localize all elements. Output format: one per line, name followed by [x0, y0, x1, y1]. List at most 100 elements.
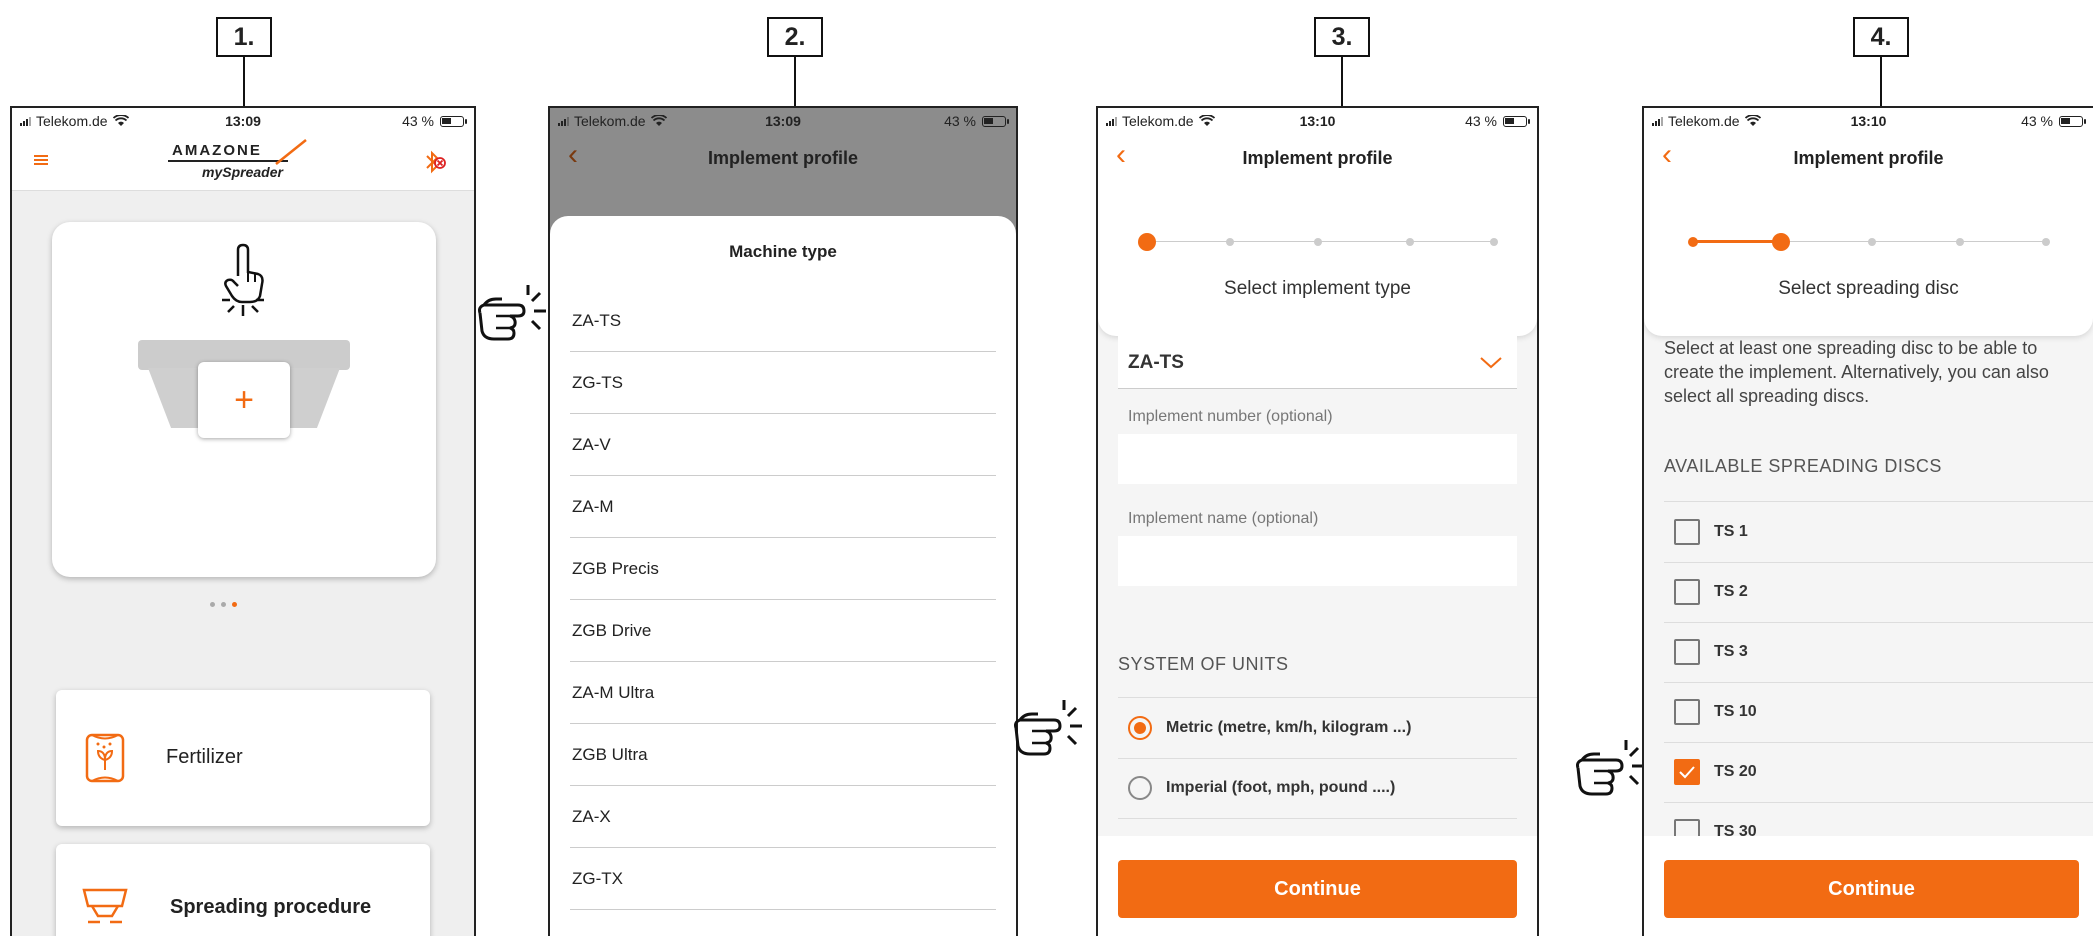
- step-dot: [1314, 238, 1322, 246]
- page-dot[interactable]: [221, 602, 226, 607]
- implement-name-field[interactable]: [1118, 536, 1517, 586]
- checkmark-icon: [1679, 766, 1695, 779]
- unit-option-imperial[interactable]: Imperial (foot, mph, pound ....): [1118, 758, 1517, 819]
- screen-machine-type: Telekom.de 13:09 43 % ‹ Implement profil…: [548, 106, 1018, 936]
- battery-icon: [982, 115, 1009, 127]
- step-number-4: 4.: [1853, 17, 1909, 57]
- disc-option[interactable]: TS 3: [1664, 622, 2093, 683]
- brand-name: AMAZONE: [172, 142, 262, 159]
- step-dot: [2042, 238, 2050, 246]
- continue-button[interactable]: Continue: [1118, 860, 1517, 918]
- menu-card-fertilizer[interactable]: Fertilizer: [56, 690, 430, 826]
- hamburger-menu-icon[interactable]: [34, 155, 48, 165]
- spreader-icon: [82, 888, 128, 924]
- step-dot-active: [1138, 233, 1156, 251]
- page-title: Implement profile: [707, 148, 859, 168]
- step-label: Select implement type: [1224, 278, 1411, 299]
- battery-percent: 43 %: [2021, 113, 2053, 129]
- step-dot: [1956, 238, 1964, 246]
- machine-type-item[interactable]: ZGB Ultra: [570, 724, 996, 786]
- step-dot: [1226, 238, 1234, 246]
- screen-spreading-disc: Telekom.de 13:10 43 % ‹ Implement profil…: [1642, 106, 2093, 936]
- menu-card-spreading-procedure[interactable]: Spreading procedure: [56, 844, 430, 936]
- radio-selected[interactable]: [1128, 716, 1152, 740]
- add-implement-button[interactable]: +: [198, 362, 290, 438]
- disc-option[interactable]: TS 20: [1664, 742, 2093, 803]
- step-dot-active: [1772, 233, 1790, 251]
- step-dot: [1406, 238, 1414, 246]
- menu-label-fertilizer: Fertilizer: [166, 746, 243, 768]
- step-connector: [1880, 57, 1882, 107]
- disc-option[interactable]: TS 1: [1664, 502, 2093, 563]
- status-bar: Telekom.de 13:09 43 %: [12, 108, 474, 134]
- implement-name-label: Implement name (optional): [1128, 510, 1319, 527]
- step-label: Select spreading disc: [1778, 278, 1959, 299]
- implement-number-label: Implement number (optional): [1128, 408, 1333, 425]
- checkbox[interactable]: [1674, 579, 1700, 605]
- selected-implement-type: ZA-TS: [1128, 352, 1184, 373]
- chevron-down-icon: [1480, 357, 1502, 369]
- machine-type-item[interactable]: ZGB Drive: [570, 600, 996, 662]
- pointing-hand-icon: [478, 285, 546, 341]
- unit-option-metric[interactable]: Metric (metre, km/h, kilogram ...): [1118, 698, 1517, 759]
- battery-icon: [2059, 115, 2086, 127]
- progress-stepper: [1688, 232, 2050, 252]
- status-bar: Telekom.de 13:10 43 %: [1644, 108, 2093, 134]
- machine-type-item[interactable]: ZG-TS: [570, 352, 996, 414]
- disc-label: TS 2: [1714, 583, 1748, 600]
- battery-indicator: 43 %: [1465, 113, 1530, 129]
- machine-type-item[interactable]: ZA-X: [570, 786, 996, 848]
- status-bar: Telekom.de 13:10 43 %: [1098, 108, 1537, 134]
- disc-option[interactable]: TS 2: [1664, 562, 2093, 623]
- battery-percent: 43 %: [944, 113, 976, 129]
- screen-implement-type: Telekom.de 13:10 43 % ‹ Implement profil…: [1096, 106, 1539, 936]
- checkbox[interactable]: [1674, 699, 1700, 725]
- step-connector: [1341, 57, 1343, 107]
- machine-type-item[interactable]: ZA-M Ultra: [570, 662, 996, 724]
- continue-button[interactable]: Continue: [1664, 860, 2079, 918]
- header-panel: [1098, 108, 1537, 336]
- screen-home: Telekom.de 13:09 43 % AMAZONE mySpreader…: [10, 106, 476, 936]
- logo-swoosh: [168, 160, 288, 162]
- step-number-3: 3.: [1314, 17, 1370, 57]
- machine-type-item[interactable]: ZG-TX: [570, 848, 996, 910]
- page-indicator: [210, 602, 237, 607]
- step-connector: [243, 57, 245, 107]
- implement-type-select[interactable]: ZA-TS: [1118, 336, 1517, 389]
- amazone-logo: AMAZONE mySpreader: [162, 138, 322, 184]
- battery-icon: [440, 115, 467, 127]
- step-dot: [1868, 238, 1876, 246]
- battery-icon: [1503, 115, 1530, 127]
- checkbox[interactable]: [1674, 639, 1700, 665]
- machine-type-sheet: Machine type ZA-TS ZG-TS ZA-V ZA-M ZGB P…: [550, 216, 1016, 936]
- implement-number-field[interactable]: [1118, 434, 1517, 484]
- machine-type-item[interactable]: ZA-V: [570, 414, 996, 476]
- instructions-text: Select at least one spreading disc to be…: [1664, 338, 2049, 406]
- progress-stepper: [1138, 232, 1498, 252]
- step-connector: [794, 57, 796, 107]
- machine-type-item[interactable]: ZGB Precis: [570, 538, 996, 600]
- machine-type-item[interactable]: ZA-M: [570, 476, 996, 538]
- checkbox-checked[interactable]: [1674, 759, 1700, 785]
- app-name: mySpreader: [202, 164, 283, 180]
- add-implement-card[interactable]: +: [52, 222, 436, 577]
- page-title: Implement profile: [1242, 148, 1393, 168]
- page-dot-active[interactable]: [232, 602, 237, 607]
- bluetooth-disconnected-icon[interactable]: [420, 148, 448, 176]
- machine-type-item[interactable]: ZA-TS: [570, 290, 996, 352]
- battery-indicator: 43 %: [944, 113, 1009, 129]
- step-dot: [1490, 238, 1498, 246]
- status-bar: Telekom.de 13:09 43 %: [550, 108, 1016, 134]
- unit-option-label: Metric (metre, km/h, kilogram ...): [1166, 719, 1412, 736]
- header-panel: [1644, 108, 2093, 336]
- tap-finger-icon: [222, 243, 264, 316]
- disc-option[interactable]: TS 10: [1664, 682, 2093, 743]
- unit-option-label: Imperial (foot, mph, pound ....): [1166, 779, 1396, 796]
- battery-indicator: 43 %: [402, 113, 467, 129]
- radio-unselected[interactable]: [1128, 776, 1152, 800]
- checkbox[interactable]: [1674, 519, 1700, 545]
- battery-percent: 43 %: [402, 113, 434, 129]
- sheet-title: Machine type: [729, 242, 837, 261]
- page-dot[interactable]: [210, 602, 215, 607]
- disc-label: TS 3: [1714, 643, 1748, 660]
